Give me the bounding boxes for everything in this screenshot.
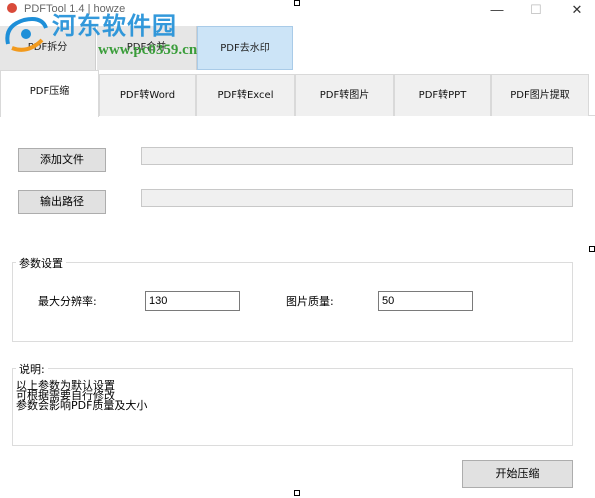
tab-pdf-image-extract[interactable]: PDF图片提取 (491, 74, 589, 116)
max-resolution-input[interactable]: 130 (145, 291, 240, 311)
close-button[interactable]: ✕ (562, 2, 592, 20)
description-line: 参数会影响PDF质量及大小 (16, 399, 148, 412)
app-icon (7, 3, 17, 13)
description-group-label: 说明: (16, 361, 48, 377)
minimize-button[interactable]: — (482, 2, 512, 20)
max-resolution-label: 最大分辨率: (38, 295, 97, 308)
description-text: 以上参数为默认设置 可根据需要自行修改 参数会影响PDF质量及大小 (16, 380, 148, 412)
resize-handle-bottom[interactable] (294, 490, 300, 496)
watermark-text: 河东软件园 (52, 11, 177, 40)
tab-pdf-remove-watermark[interactable]: PDF去水印 (197, 26, 293, 70)
start-compress-button[interactable]: 开始压缩 (462, 460, 573, 488)
tab-pdf-to-excel[interactable]: PDF转Excel (196, 74, 295, 116)
image-quality-input[interactable]: 50 (378, 291, 473, 311)
resize-handle-right[interactable] (589, 246, 595, 252)
output-path-button[interactable]: 输出路径 (18, 190, 106, 214)
resize-handle-top[interactable] (294, 0, 300, 6)
watermark-logo-icon (5, 17, 48, 52)
sub-tab-bar: PDF压缩 PDF转Word PDF转Excel PDF转图片 PDF转PPT … (0, 70, 595, 117)
output-path-field[interactable] (141, 189, 573, 207)
image-quality-label: 图片质量: (286, 295, 334, 308)
tab-pdf-to-word[interactable]: PDF转Word (99, 74, 196, 116)
maximize-button[interactable]: ☐ (521, 2, 551, 20)
tab-pdf-compress[interactable]: PDF压缩 (0, 70, 99, 117)
file-list-field[interactable] (141, 147, 573, 165)
tab-pdf-to-ppt[interactable]: PDF转PPT (394, 74, 491, 116)
tab-pdf-to-image[interactable]: PDF转图片 (295, 74, 394, 116)
watermark-url: www.pc0359.cn (98, 42, 198, 58)
add-file-button[interactable]: 添加文件 (18, 148, 106, 172)
settings-group-label: 参数设置 (16, 255, 66, 271)
